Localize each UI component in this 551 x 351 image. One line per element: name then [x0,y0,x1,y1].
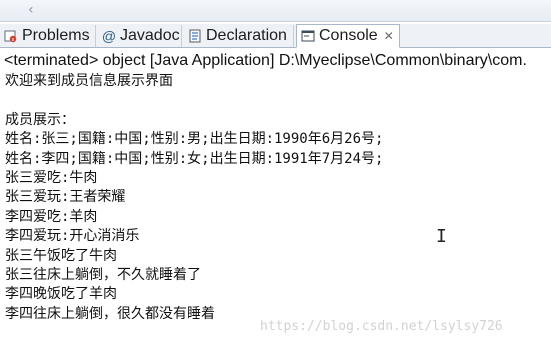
chevron-left-icon[interactable]: ‹ [28,2,34,18]
tab-label: Problems [22,27,90,44]
console-line: 张三爱玩:王者荣耀 [5,189,126,206]
tab-problems[interactable]: x Problems [0,25,96,47]
console-status-line: <terminated> object [Java Application] D… [4,52,527,69]
problems-icon: x [4,29,18,43]
declaration-icon [188,29,202,43]
view-tab-bar: x Problems @ Javadoc Declaration Console… [0,24,551,48]
console-line: 姓名:张三;国籍:中国;性别:男;出生日期:1990年6月26号; [5,131,384,148]
console-line: 李四爱吃:羊肉 [5,208,98,225]
tab-label: Console [319,27,378,44]
tab-label: Javadoc [120,27,180,44]
console-line: 李四爱玩:开心消消乐 [5,228,140,245]
tab-console[interactable]: Console ✕ [296,24,400,48]
close-icon[interactable]: ✕ [384,29,394,43]
tab-javadoc[interactable]: @ Javadoc [98,25,182,47]
console-icon [301,29,315,43]
console-line: 张三爱吃:牛肉 [5,169,98,186]
console-line: 姓名:李四;国籍:中国;性别:女;出生日期:1991年7月24号; [5,150,384,167]
tab-declaration[interactable]: Declaration [184,25,294,47]
tab-label: Declaration [206,27,287,44]
console-line: 成员展示： [5,111,75,128]
svg-text:x: x [12,37,15,43]
watermark: https://blog.csdn.net/lsylsy726 [260,319,503,334]
console-line: 李四晚饭吃了羊肉 [5,286,117,303]
console-line: 张三午饭吃了牛肉 [5,247,117,264]
at-sign-icon: @ [101,28,117,44]
console-output[interactable]: 欢迎来到成员信息展示界面 成员展示： 姓名:张三;国籍:中国;性别:男;出生日期:1… [5,72,551,324]
window-top-bar: ‹ [0,0,551,22]
console-line: 欢迎来到成员信息展示界面 [5,73,173,89]
text-cursor-icon: I [436,226,447,247]
console-line: 张三往床上躺倒，不久就睡着了 [5,266,201,283]
